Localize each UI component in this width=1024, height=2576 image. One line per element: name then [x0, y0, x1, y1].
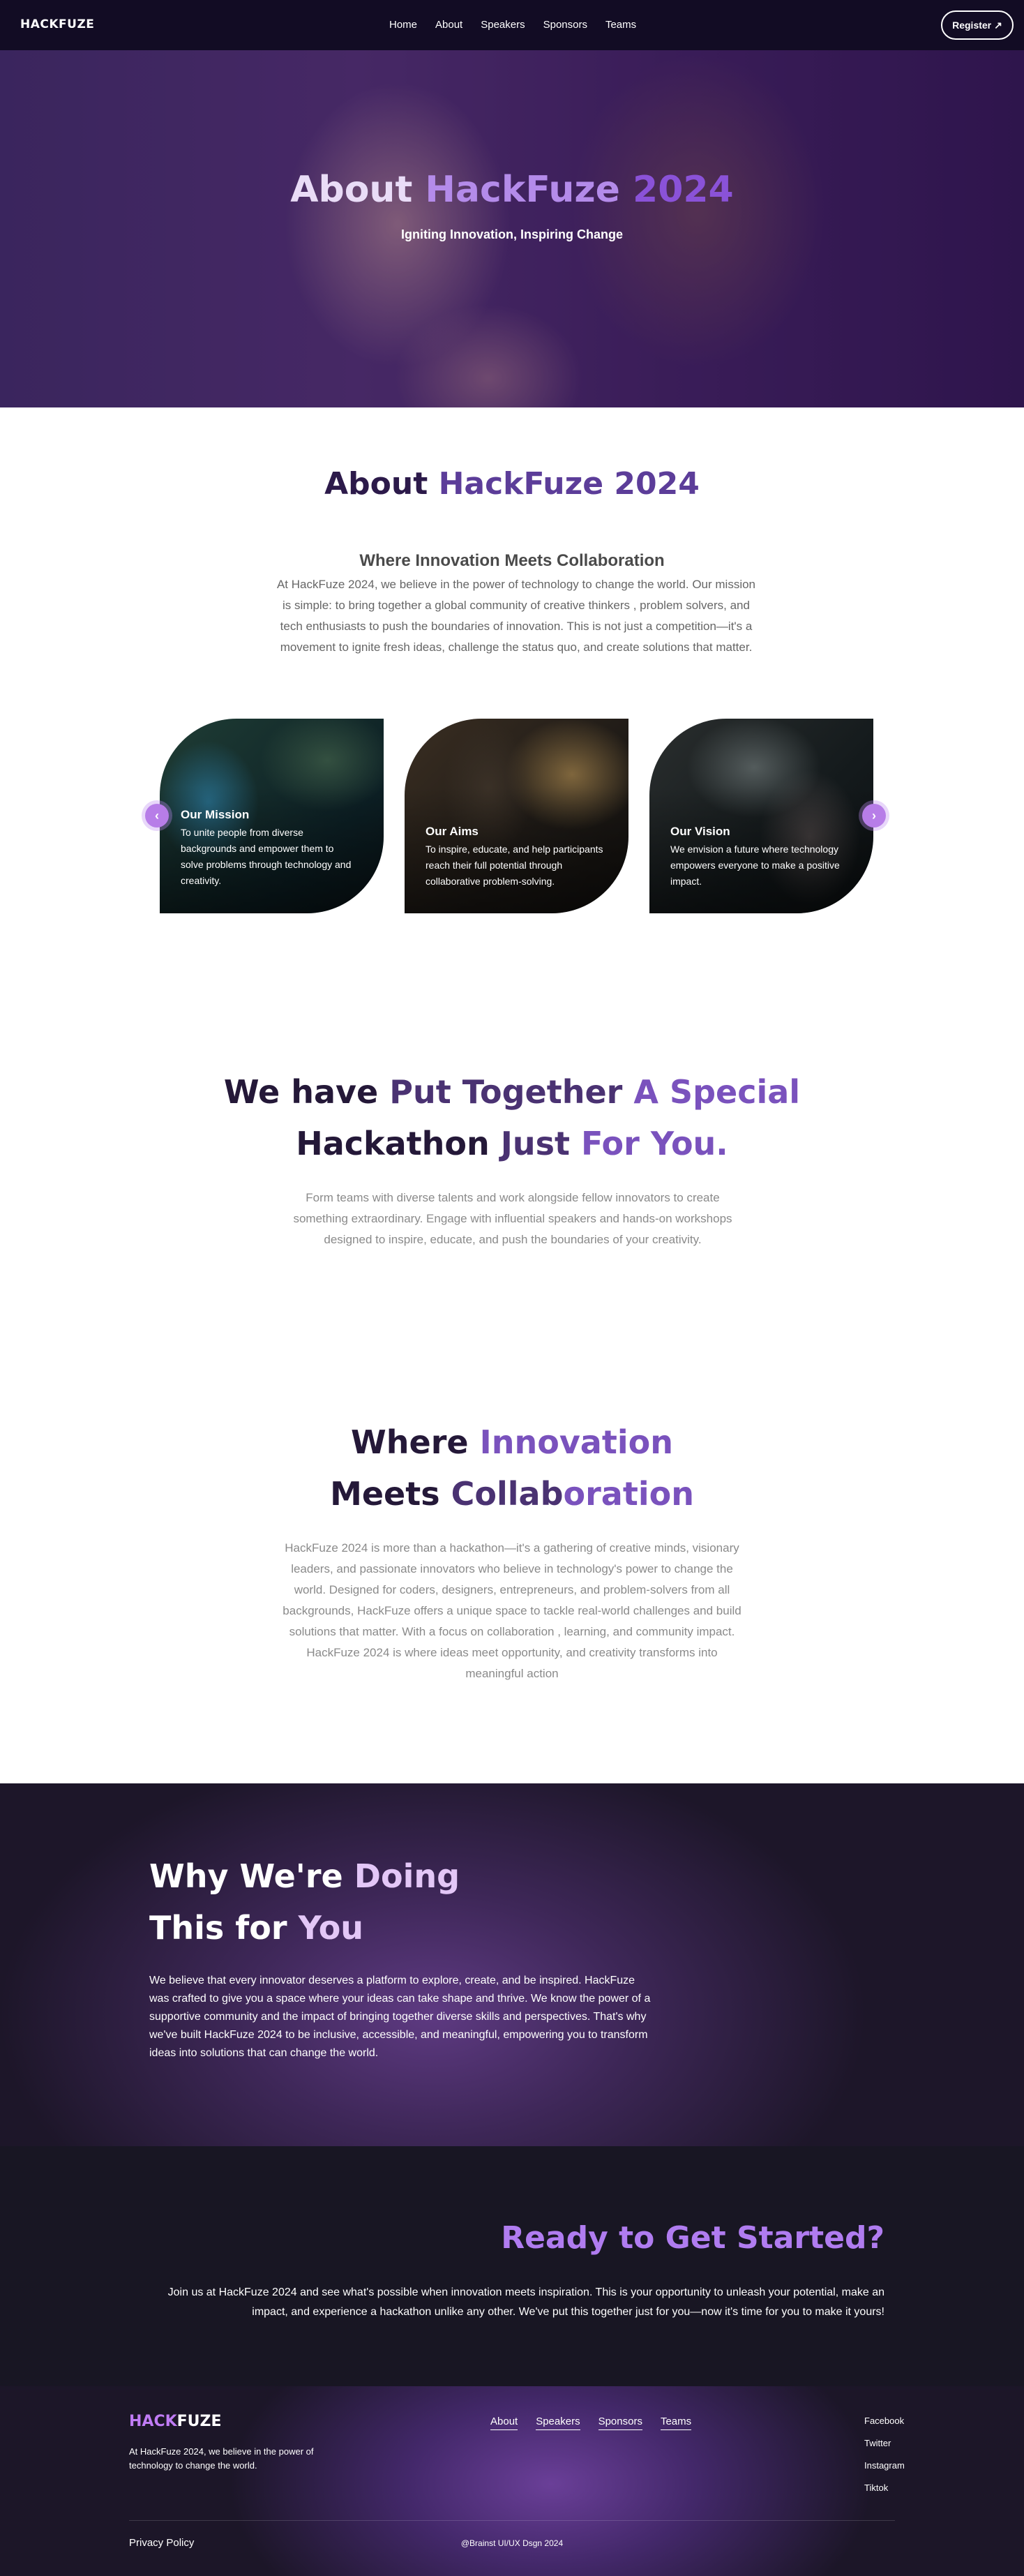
logo-part: HACK [129, 2413, 177, 2430]
card-text: To inspire, educate, and help participan… [426, 844, 603, 887]
nav-link-speakers[interactable]: Speakers [481, 19, 525, 31]
footer-logo[interactable]: HACKFUZE [129, 2413, 222, 2430]
top-navbar: HACKFUZE Home About Speakers Sponsors Te… [0, 0, 1024, 50]
cta-section: Ready to Get Started? Join us at HackFuz… [0, 2146, 1024, 2386]
register-label: Register [952, 20, 992, 31]
heading-part: Doing [354, 1857, 460, 1895]
card-vision[interactable]: Our Vision We envision a future where te… [649, 719, 873, 913]
about-heading-part: About [324, 466, 439, 502]
footer-link-sponsors[interactable]: Sponsors [598, 2416, 642, 2430]
hero-title-part: HackFuze [425, 169, 633, 211]
cta-heading: Ready to Get Started? [501, 2220, 884, 2256]
where-description: HackFuze 2024 is more than a hackathon—i… [283, 1541, 741, 1680]
why-heading: Why We're Doing This for You [149, 1850, 460, 1954]
nav-link-home[interactable]: Home [389, 19, 417, 31]
social-link-instagram[interactable]: Instagram [864, 2460, 905, 2483]
site-logo[interactable]: HACKFUZE [20, 17, 94, 31]
hero-banner: About HackFuze 2024 Igniting Innovation,… [0, 50, 1024, 407]
special-heading: We have Put Together A Special Hackathon… [0, 1066, 1024, 1169]
card-text: We envision a future where technology em… [670, 844, 840, 887]
heading-part: Just [500, 1125, 581, 1162]
footer-divider [129, 2520, 895, 2521]
card-aims[interactable]: Our Aims To inspire, educate, and help p… [405, 719, 628, 913]
heading-part: For You. [581, 1125, 728, 1162]
hero-title-part: About [290, 169, 426, 211]
info-cards-carousel: Our Mission To unite people from diverse… [160, 719, 874, 914]
heading-part: Meets [330, 1475, 451, 1513]
heading-part: This for [149, 1909, 299, 1947]
cta-description: Join us at HackFuze 2024 and see what's … [167, 2286, 884, 2318]
nav-link-teams[interactable]: Teams [605, 19, 636, 31]
chevron-right-icon[interactable]: › [862, 804, 886, 828]
copyright-text: @Brainst UI/UX Dsgn 2024 [460, 2538, 564, 2548]
nav-links: Home About Speakers Sponsors Teams [389, 19, 654, 31]
footer-link-about[interactable]: About [490, 2416, 518, 2430]
why-description: We believe that every innovator deserves… [149, 1975, 651, 2059]
nav-link-sponsors[interactable]: Sponsors [543, 19, 587, 31]
card-text: To unite people from diverse backgrounds… [181, 827, 352, 886]
chevron-left-icon[interactable]: ‹ [145, 804, 169, 828]
about-subheading: Where Innovation Meets Collaboration [359, 551, 665, 570]
card-title: Our Vision [670, 825, 730, 838]
social-link-tiktok[interactable]: Tiktok [864, 2483, 905, 2505]
hero-title: About HackFuze 2024 [0, 169, 1024, 211]
footer: HACKFUZE At HackFuze 2024, we believe in… [0, 2386, 1024, 2576]
card-mission[interactable]: Our Mission To unite people from diverse… [160, 719, 384, 913]
where-heading: Where Innovation Meets Collaboration [0, 1416, 1024, 1520]
card-title: Our Mission [181, 808, 250, 821]
about-description: At HackFuze 2024, we believe in the powe… [276, 578, 756, 654]
heading-part: Why We're [149, 1857, 354, 1895]
social-link-facebook[interactable]: Facebook [864, 2416, 905, 2438]
heading-part: Innovation [479, 1423, 673, 1461]
card-title: Our Aims [426, 825, 479, 838]
about-heading-part: HackFuze 2024 [438, 466, 700, 502]
arrow-up-right-icon: ↗ [994, 19, 1002, 31]
about-heading: About HackFuze 2024 [0, 466, 1024, 502]
hero-title-part: 2024 [633, 169, 734, 211]
heading-part: oration [563, 1475, 694, 1513]
heading-part: You [298, 1909, 364, 1947]
heading-part: Hackathon [296, 1125, 501, 1162]
register-button[interactable]: Register ↗ [941, 10, 1014, 40]
footer-about-text: At HackFuze 2024, we believe in the powe… [129, 2446, 314, 2471]
heading-part: Where [351, 1423, 480, 1461]
hero-subtitle: Igniting Innovation, Inspiring Change [401, 227, 623, 241]
footer-link-speakers[interactable]: Speakers [536, 2416, 580, 2430]
heading-part: A Special [633, 1073, 801, 1111]
why-section: Why We're Doing This for You We believe … [0, 1783, 1024, 2146]
social-link-twitter[interactable]: Twitter [864, 2438, 905, 2460]
social-links: Facebook Twitter Instagram Tiktok [864, 2416, 905, 2505]
nav-link-about[interactable]: About [435, 19, 462, 31]
footer-link-teams[interactable]: Teams [660, 2416, 692, 2430]
heading-part: Together [462, 1073, 634, 1111]
heading-part: We have [223, 1073, 390, 1111]
footer-links: About Speakers Sponsors Teams [490, 2416, 709, 2430]
heading-part: Put [389, 1073, 462, 1111]
heading-part: Collab [451, 1475, 564, 1513]
special-description: Form teams with diverse talents and work… [293, 1191, 732, 1246]
logo-part: FUZE [176, 2413, 222, 2430]
